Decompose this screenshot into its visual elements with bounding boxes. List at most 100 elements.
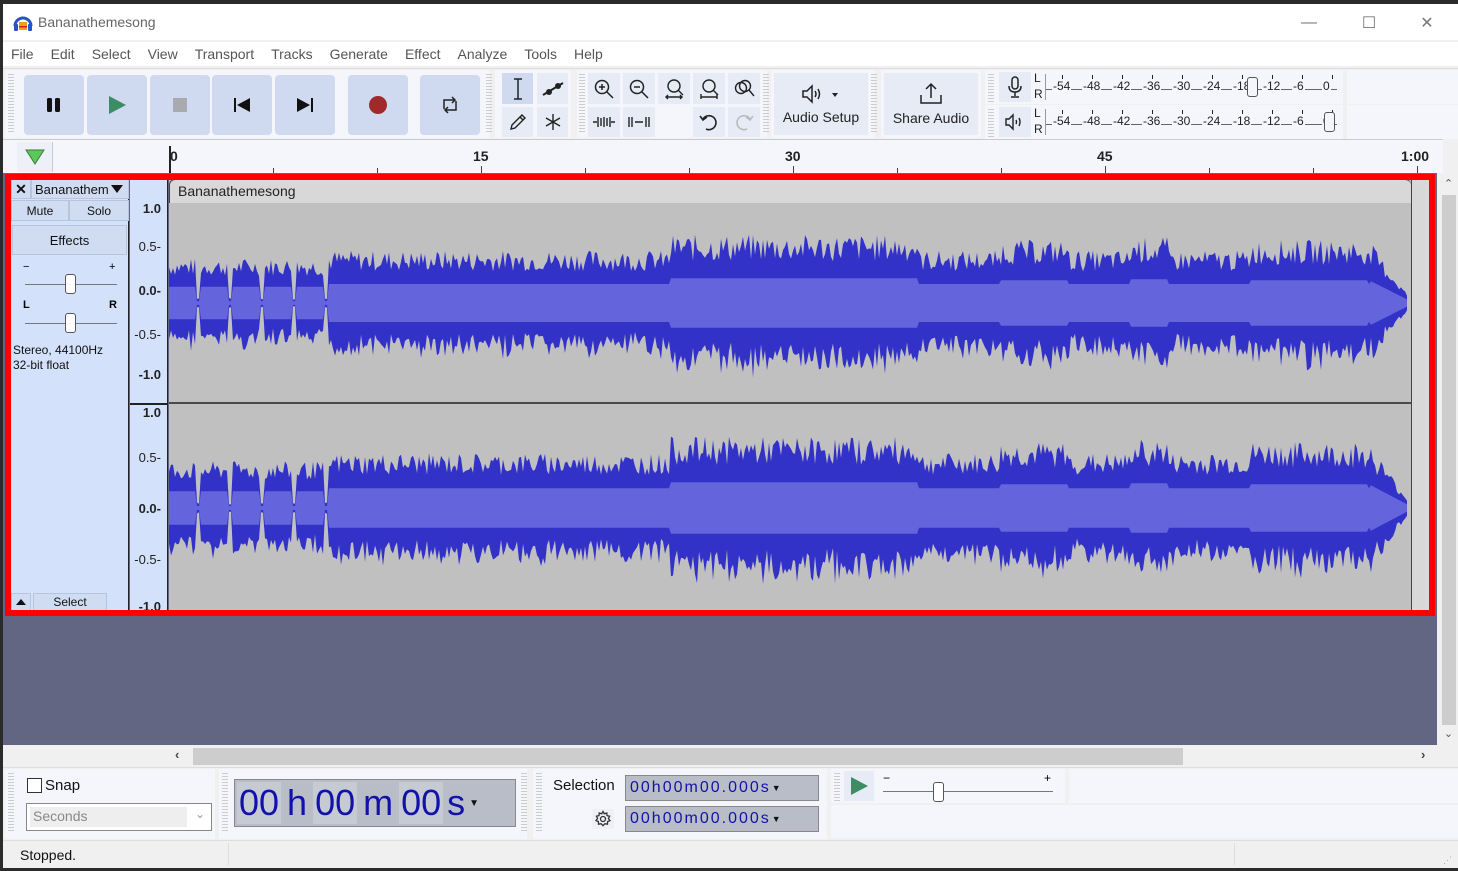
dropdown-icon[interactable]: ▼	[772, 814, 783, 824]
record-button[interactable]	[348, 75, 408, 135]
playback-meter-button[interactable]	[998, 106, 1032, 138]
playhead-marker[interactable]	[169, 146, 171, 174]
share-audio-button[interactable]: Share Audio	[883, 72, 979, 136]
pause-button[interactable]	[24, 75, 84, 135]
mute-button[interactable]: Mute	[11, 200, 69, 221]
snap-checkbox[interactable]	[27, 778, 42, 793]
zoom-out-button[interactable]	[622, 72, 656, 105]
toolbar-grip[interactable]	[871, 74, 877, 134]
undo-button[interactable]	[692, 106, 726, 138]
draw-tool-button[interactable]	[501, 106, 534, 138]
pan-slider[interactable]	[65, 313, 76, 333]
scroll-left-arrow-icon[interactable]: ‹	[175, 747, 179, 762]
audio-clip[interactable]: Bananathemesong	[169, 179, 1411, 611]
timeline-ruler[interactable]: 0 15 30 45 1:00	[3, 139, 1443, 174]
menu-generate[interactable]: Generate	[330, 46, 388, 62]
scroll-down-arrow-icon[interactable]: ⌄	[1439, 727, 1458, 741]
gain-slider[interactable]	[65, 274, 76, 294]
play-button[interactable]	[87, 75, 147, 135]
multi-tool-button[interactable]	[536, 106, 569, 138]
menu-file[interactable]: File	[11, 46, 34, 62]
selection-settings-button[interactable]	[591, 808, 615, 830]
menu-tools[interactable]: Tools	[524, 46, 557, 62]
record-meter-button[interactable]	[998, 71, 1032, 103]
share-audio-label: Share Audio	[892, 110, 970, 126]
toolbar-grip[interactable]	[486, 74, 492, 134]
record-meter-bar[interactable]: -54 -48 -42 -36 -30 -24 -18 -12 -6 0	[1045, 74, 1337, 100]
skip-to-end-button[interactable]	[275, 75, 335, 135]
track-menu-button[interactable]: Bananathem	[31, 179, 129, 199]
clip-header[interactable]: Bananathemesong	[169, 179, 1411, 203]
menu-select[interactable]: Select	[92, 46, 131, 62]
toolbar-grip[interactable]	[763, 74, 769, 134]
waveform-rms-channel-1	[169, 482, 1407, 534]
resize-grip-icon[interactable]: ⋰	[1443, 855, 1452, 866]
speed-slider-track[interactable]	[883, 791, 1053, 792]
chevron-down-icon: ⌄	[194, 807, 205, 821]
fit-project-button[interactable]	[692, 72, 726, 105]
effects-button[interactable]: Effects	[12, 225, 127, 255]
toolbar-grip[interactable]	[988, 74, 994, 102]
record-volume-slider[interactable]	[1246, 77, 1258, 97]
menu-help[interactable]: Help	[574, 46, 603, 62]
audio-setup-button[interactable]: Audio Setup	[773, 72, 869, 136]
zoom-in-button[interactable]	[587, 72, 621, 105]
toolbar-grip[interactable]	[521, 773, 527, 833]
meter-tick	[1182, 110, 1183, 114]
minimize-button[interactable]: —	[1286, 8, 1332, 38]
skip-to-start-button[interactable]	[212, 75, 272, 135]
scroll-right-arrow-icon[interactable]: ›	[1421, 747, 1425, 762]
toolbar-grip[interactable]	[8, 773, 14, 833]
selection-start-field[interactable]: 00h00m00.000s ▼	[625, 775, 819, 801]
playback-volume-slider[interactable]	[1324, 112, 1335, 132]
menu-tracks[interactable]: Tracks	[271, 46, 312, 62]
vertical-scrollbar[interactable]: ⌃ ⌄	[1439, 173, 1458, 745]
menu-edit[interactable]: Edit	[51, 46, 75, 62]
silence-button[interactable]	[622, 106, 656, 138]
speaker-icon	[1005, 113, 1021, 131]
toolbar-grip[interactable]	[834, 773, 840, 801]
time-format-dropdown-icon[interactable]: ▼	[469, 798, 479, 809]
horizontal-scrollbar[interactable]: ‹ ›	[3, 745, 1458, 767]
share-audio-toolbar: Share Audio	[881, 70, 981, 138]
horizontal-scroll-thumb[interactable]	[193, 748, 1183, 765]
playback-meter-bar[interactable]: -54-48-42-36-30-24-18-12-60	[1045, 109, 1337, 135]
scroll-up-arrow-icon[interactable]: ⌃	[1439, 177, 1458, 191]
record-meter-toolbar: L R -54 -48 -42 -36 -30 -24 -18 -12 -6 0	[985, 70, 1343, 104]
play-at-speed-button[interactable]	[843, 770, 875, 802]
menu-view[interactable]: View	[148, 46, 178, 62]
solo-button[interactable]: Solo	[69, 200, 129, 221]
select-track-button[interactable]: Select	[33, 593, 107, 611]
vertical-ruler[interactable]: 1.0 0.5- 0.0- -0.5- -1.0 1.0 0.5- 0.0- -0.5- -1.0	[130, 179, 168, 614]
toolbar-grip[interactable]	[536, 773, 542, 833]
toolbar-grip[interactable]	[8, 74, 14, 134]
snap-unit-select[interactable]: Seconds ⌄	[26, 803, 212, 831]
menu-transport[interactable]: Transport	[195, 46, 254, 62]
toolbar-grip[interactable]	[222, 773, 228, 833]
redo-button[interactable]	[727, 106, 761, 138]
selection-end-field[interactable]: 00h00m00.000s ▼	[625, 806, 819, 832]
time-display[interactable]: 00 h 00 m 00 s ▼	[234, 779, 516, 827]
maximize-button[interactable]: ☐	[1346, 8, 1392, 38]
toolbar-grip[interactable]	[988, 109, 994, 137]
dropdown-icon[interactable]: ▼	[772, 783, 783, 793]
envelope-tool-button[interactable]	[536, 72, 569, 105]
waveform[interactable]	[169, 203, 1411, 611]
stop-button[interactable]	[150, 75, 210, 135]
close-button[interactable]: ✕	[1404, 8, 1450, 38]
menu-analyze[interactable]: Analyze	[458, 46, 508, 62]
loop-button[interactable]	[420, 75, 480, 135]
zoom-toggle-button[interactable]	[727, 72, 761, 105]
playback-meter-channel-r: R	[1034, 122, 1043, 136]
collapse-track-button[interactable]	[11, 593, 31, 611]
toolbar-grip[interactable]	[579, 74, 585, 134]
close-track-button[interactable]: ✕	[11, 179, 31, 199]
vertical-scroll-thumb[interactable]	[1442, 195, 1456, 725]
fit-selection-button[interactable]	[657, 72, 691, 105]
speed-slider[interactable]	[933, 782, 944, 802]
selection-tool-button[interactable]	[501, 72, 534, 105]
timeline-options-button[interactable]	[17, 142, 53, 172]
skip-end-icon	[297, 98, 313, 112]
menu-effect[interactable]: Effect	[405, 46, 441, 62]
trim-outside-button[interactable]	[587, 106, 621, 138]
